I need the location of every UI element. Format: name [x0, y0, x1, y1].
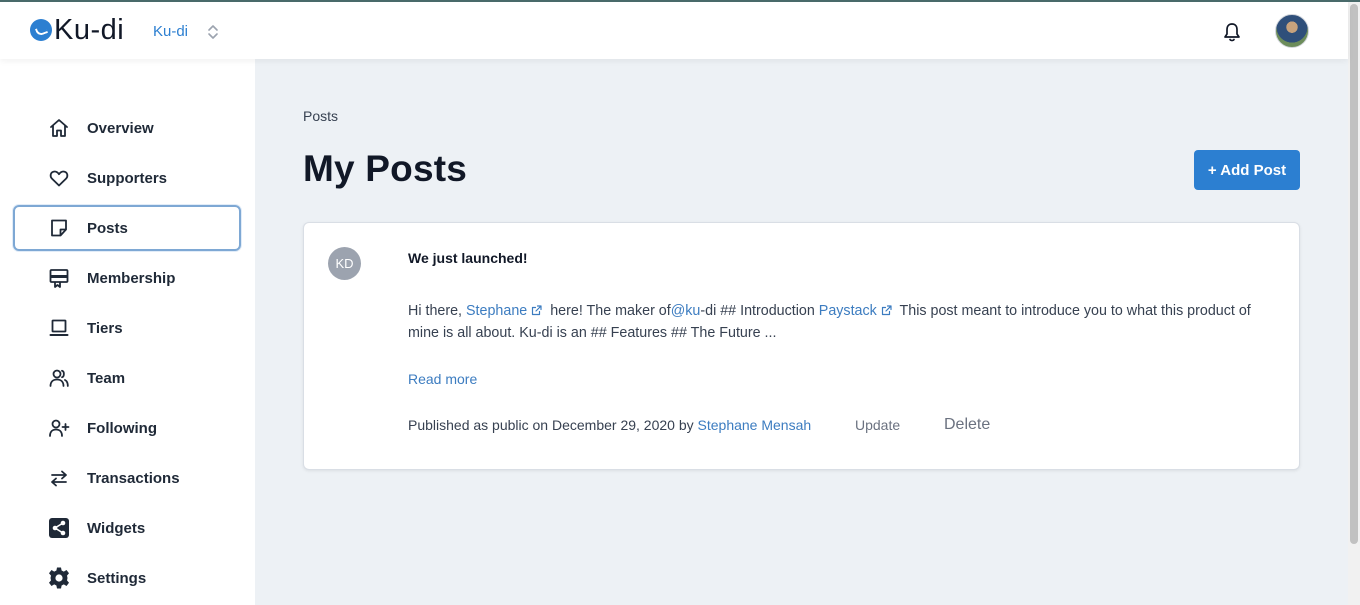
sidebar-item-label: Supporters	[87, 169, 168, 187]
app-logo[interactable]: Ku-di	[30, 15, 124, 45]
scrollbar-thumb[interactable]	[1350, 4, 1358, 544]
sidebar-item-settings[interactable]: Settings	[13, 555, 241, 601]
post-author-link[interactable]: Stephane Mensah	[698, 417, 812, 433]
update-post-button[interactable]: Update	[855, 417, 900, 433]
read-more-link[interactable]: Read more	[408, 371, 477, 387]
excerpt-link-paystack[interactable]: Paystack	[819, 303, 877, 319]
sidebar: Overview Supporters Posts Membership Tie…	[0, 59, 255, 605]
excerpt-text: -di ## Introduction	[700, 303, 819, 319]
gear-icon	[47, 566, 71, 590]
arrows-swap-icon	[47, 466, 71, 490]
post-avatar: KD	[328, 247, 361, 280]
sidebar-item-transactions[interactable]: Transactions	[13, 455, 241, 501]
excerpt-link-stephane[interactable]: Stephane	[466, 303, 527, 319]
post-excerpt: Hi there, Stephane here! The maker of@ku…	[408, 300, 1278, 344]
excerpt-link-mention[interactable]: @ku	[671, 303, 701, 319]
sidebar-item-label: Posts	[87, 219, 128, 237]
laptop-icon	[47, 316, 71, 340]
heart-icon	[47, 166, 71, 190]
external-link-icon	[532, 305, 542, 316]
sidebar-item-membership[interactable]: Membership	[13, 255, 241, 301]
sidebar-item-label: Team	[87, 369, 126, 387]
sidebar-item-supporters[interactable]: Supporters	[13, 155, 241, 201]
sidebar-item-overview[interactable]: Overview	[13, 105, 241, 151]
users-icon	[47, 366, 71, 390]
breadcrumb[interactable]: Posts	[303, 108, 338, 124]
top-header: Ku-di Ku-di	[0, 2, 1348, 59]
sidebar-item-label: Overview	[87, 119, 154, 137]
sidebar-item-tiers[interactable]: Tiers	[13, 305, 241, 351]
page-scrollbar[interactable]	[1348, 2, 1360, 605]
sidebar-item-label: Widgets	[87, 519, 146, 537]
home-icon	[47, 116, 71, 140]
chevron-up-down-icon[interactable]	[206, 22, 220, 42]
sidebar-item-following[interactable]: Following	[13, 405, 241, 451]
main-content: Posts My Posts + Add Post KD We just lau…	[255, 59, 1348, 605]
sidebar-item-label: Tiers	[87, 319, 123, 337]
sidebar-item-widgets[interactable]: Widgets	[13, 505, 241, 551]
post-meta-text: Published as public on December 29, 2020…	[408, 417, 698, 433]
logo-mark-icon	[30, 19, 52, 41]
add-post-button[interactable]: + Add Post	[1194, 150, 1300, 190]
sidebar-item-label: Membership	[87, 269, 176, 287]
post-card: KD We just launched! Hi there, Stephane …	[303, 222, 1300, 470]
workspace-switcher-label[interactable]: Ku-di	[153, 23, 188, 40]
page-title: My Posts	[303, 148, 468, 189]
sidebar-item-label: Settings	[87, 569, 147, 587]
delete-post-button[interactable]: Delete	[944, 416, 990, 434]
sidebar-item-label: Following	[87, 419, 157, 437]
membership-card-icon	[47, 266, 71, 290]
share-icon	[47, 516, 71, 540]
excerpt-text: here! The maker of	[546, 303, 671, 319]
post-title: We just launched!	[408, 250, 528, 266]
sidebar-item-team[interactable]: Team	[13, 355, 241, 401]
sidebar-item-label: Transactions	[87, 469, 180, 487]
bell-icon[interactable]	[1222, 21, 1242, 43]
excerpt-text: Hi there,	[408, 303, 467, 319]
post-meta: Published as public on December 29, 2020…	[408, 417, 811, 433]
logo-text: Ku-di	[54, 14, 125, 46]
user-avatar[interactable]	[1275, 14, 1309, 48]
external-link-icon	[881, 305, 892, 316]
note-icon	[47, 216, 71, 240]
user-plus-icon	[47, 416, 71, 440]
sidebar-item-posts[interactable]: Posts	[13, 205, 241, 251]
